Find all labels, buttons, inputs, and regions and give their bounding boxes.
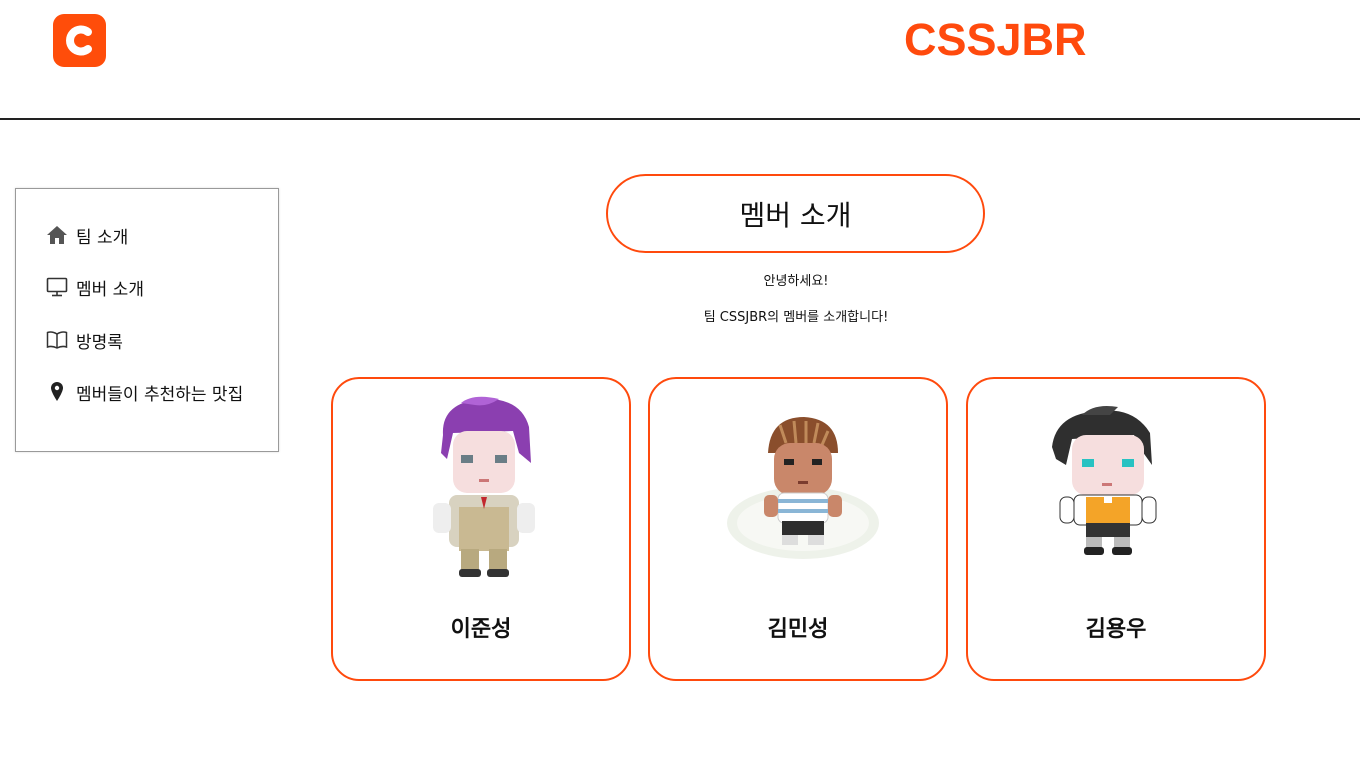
braided-hair-avatar: [720, 393, 880, 583]
sidebar-item-label: 멤버들이 추천하는 맛집: [76, 384, 244, 405]
member-name: 이준성: [450, 617, 512, 642]
sidebar-item-label: 멤버 소개: [76, 279, 144, 300]
sidebar-item-guestbook[interactable]: 방명록: [46, 326, 123, 354]
brand-title: CSSJBR: [904, 14, 1087, 65]
sidebar-item-label: 방명록: [76, 332, 123, 353]
member-card[interactable]: 김민성: [648, 377, 948, 681]
sidebar-item-team[interactable]: 팀 소개: [46, 221, 128, 249]
dark-hair-avatar: [1038, 393, 1198, 583]
intro-greeting: 안녕하세요!: [763, 274, 829, 289]
c-logo-icon[interactable]: [53, 14, 106, 67]
sidebar-item-members[interactable]: 멤버 소개: [46, 273, 144, 301]
sidebar-item-restaurants[interactable]: 멤버들이 추천하는 맛집: [46, 378, 243, 406]
sidebar: 팀 소개 멤버 소개 방명록 멤버들이 추천하는 맛집: [15, 188, 279, 452]
map-pin-icon: [46, 381, 68, 403]
member-name: 김용우: [1085, 617, 1147, 642]
intro-text: 팀 CSSJBR의 멤버를 소개합니다!: [703, 310, 889, 325]
home-icon: [46, 224, 68, 246]
page-title: 멤버 소개: [606, 174, 985, 253]
member-card[interactable]: 이준성: [331, 377, 631, 681]
member-card[interactable]: 김용우: [966, 377, 1266, 681]
member-name: 김민성: [767, 617, 829, 642]
sidebar-item-label: 팀 소개: [76, 227, 129, 248]
purple-hair-avatar: [403, 393, 563, 583]
monitor-icon: [46, 276, 68, 298]
header: CSSJBR: [0, 0, 1360, 120]
book-icon: [46, 329, 68, 351]
